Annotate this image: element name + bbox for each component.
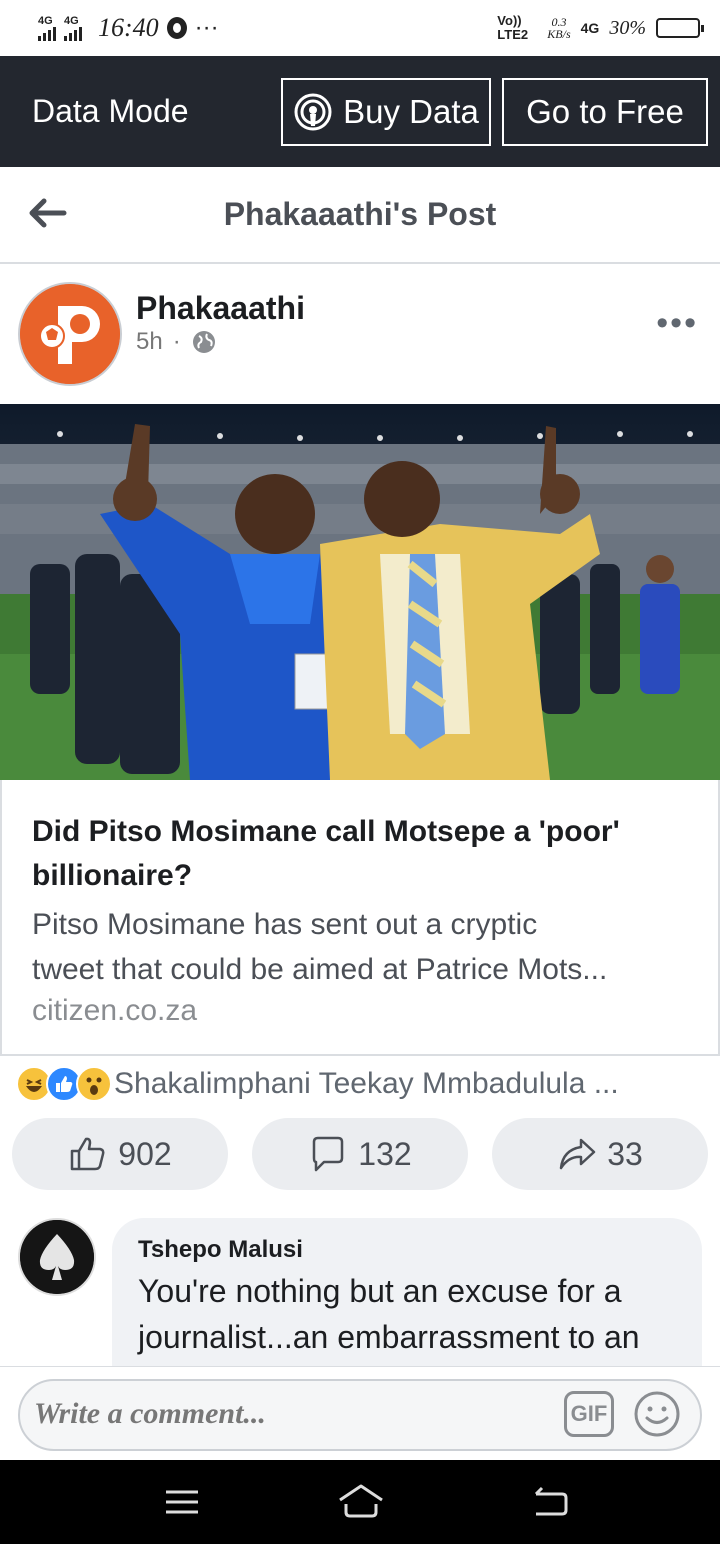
phakaaathi-logo xyxy=(20,284,120,384)
buy-data-button[interactable]: Buy Data xyxy=(281,77,491,146)
share-icon xyxy=(559,1138,596,1170)
menu-icon[interactable] xyxy=(160,1480,204,1524)
back-icon[interactable] xyxy=(528,1480,572,1524)
reactions-names: Shakalimphani Teekay Mmbadulula ... xyxy=(114,1067,619,1100)
page-avatar[interactable] xyxy=(18,282,122,386)
signal-indicator-2: 4G xyxy=(64,14,82,41)
battery-icon xyxy=(656,18,704,38)
status-bar: 4G 4G 16:40 ··· Vo)) LTE2 0.3 KB/s 4G 30… xyxy=(0,0,720,56)
buy-data-label: Buy Data xyxy=(343,92,479,130)
speed-unit: KB/s xyxy=(547,27,571,41)
like-button[interactable]: 902 xyxy=(12,1118,228,1190)
post-author[interactable]: Phakaaathi xyxy=(136,290,305,327)
network-type-label: 4G xyxy=(38,14,53,27)
data-mode-label: Data Mode xyxy=(32,93,189,129)
home-icon[interactable] xyxy=(336,1480,386,1524)
reaction-icons xyxy=(16,1066,112,1102)
more-notifications: ··· xyxy=(194,14,219,41)
network-type-3: 4G xyxy=(580,20,600,36)
link-domain: citizen.co.za xyxy=(32,994,198,1027)
comment-author[interactable]: Tshepo Malusi xyxy=(138,1236,676,1264)
link-description-line1: Pitso Mosimane has sent out a cryptic xyxy=(32,908,538,941)
data-saver-icon xyxy=(166,17,187,39)
share-button[interactable]: 33 xyxy=(492,1118,708,1190)
share-count: 33 xyxy=(607,1135,643,1172)
speed-indicator: 0.3 KB/s xyxy=(547,16,570,40)
volte-indicator: Vo)) LTE2 xyxy=(497,13,529,42)
system-navigation-bar xyxy=(0,1460,720,1544)
emoji-icon[interactable] xyxy=(632,1389,682,1439)
comment-icon xyxy=(313,1136,344,1172)
link-preview-card[interactable]: Did Pitso Mosimane call Motsepe a 'poor'… xyxy=(0,780,720,1056)
page-header: Phakaaathi's Post xyxy=(0,167,720,264)
comment-text-line2: journalist...an embarrassment to an xyxy=(138,1319,640,1355)
battery-percent: 30% xyxy=(609,16,646,39)
thumbs-up-icon xyxy=(71,1137,105,1171)
comment-input-placeholder: Write a comment... xyxy=(34,1397,266,1430)
data-mode-bar: Data Mode Buy Data Go to Free xyxy=(0,56,720,167)
like-count: 902 xyxy=(118,1135,172,1172)
page-title: Phakaaathi's Post xyxy=(223,196,497,232)
wow-reaction-icon xyxy=(76,1066,112,1102)
post-image[interactable] xyxy=(0,404,720,780)
go-to-free-button[interactable]: Go to Free xyxy=(502,77,708,146)
comment-composer: Write a comment... GIF xyxy=(0,1366,720,1460)
go-to-free-label: Go to Free xyxy=(526,92,684,130)
spade-icon xyxy=(20,1220,94,1294)
post-meta: 5h · xyxy=(136,328,217,356)
post-time[interactable]: 5h xyxy=(136,328,163,356)
meta-separator: · xyxy=(172,328,181,355)
back-arrow-icon[interactable] xyxy=(28,193,68,233)
stadium-photo xyxy=(0,404,720,780)
more-options-icon[interactable]: ••• xyxy=(656,304,698,343)
signal-indicator-1: 4G xyxy=(38,14,56,41)
link-description-line2: tweet that could be aimed at Patrice Mot… xyxy=(32,953,608,986)
comment-input[interactable]: Write a comment... GIF xyxy=(18,1379,702,1451)
reactions-summary[interactable]: Shakalimphani Teekay Mmbadulula ... xyxy=(16,1064,619,1104)
broadcast-icon xyxy=(294,93,332,130)
link-headline[interactable]: Did Pitso Mosimane call Motsepe a 'poor'… xyxy=(32,810,688,898)
comment-text-line1: You're nothing but an excuse for a xyxy=(138,1273,622,1309)
post-header: Phakaaathi 5h · ••• xyxy=(0,266,720,404)
comment-count: 132 xyxy=(358,1135,412,1172)
network-type-label: 4G xyxy=(64,14,79,27)
clock: 16:40 xyxy=(98,13,159,42)
commenter-avatar[interactable] xyxy=(18,1218,96,1296)
globe-icon xyxy=(192,331,215,353)
comment-button[interactable]: 132 xyxy=(252,1118,468,1190)
gif-button[interactable]: GIF xyxy=(564,1391,614,1437)
